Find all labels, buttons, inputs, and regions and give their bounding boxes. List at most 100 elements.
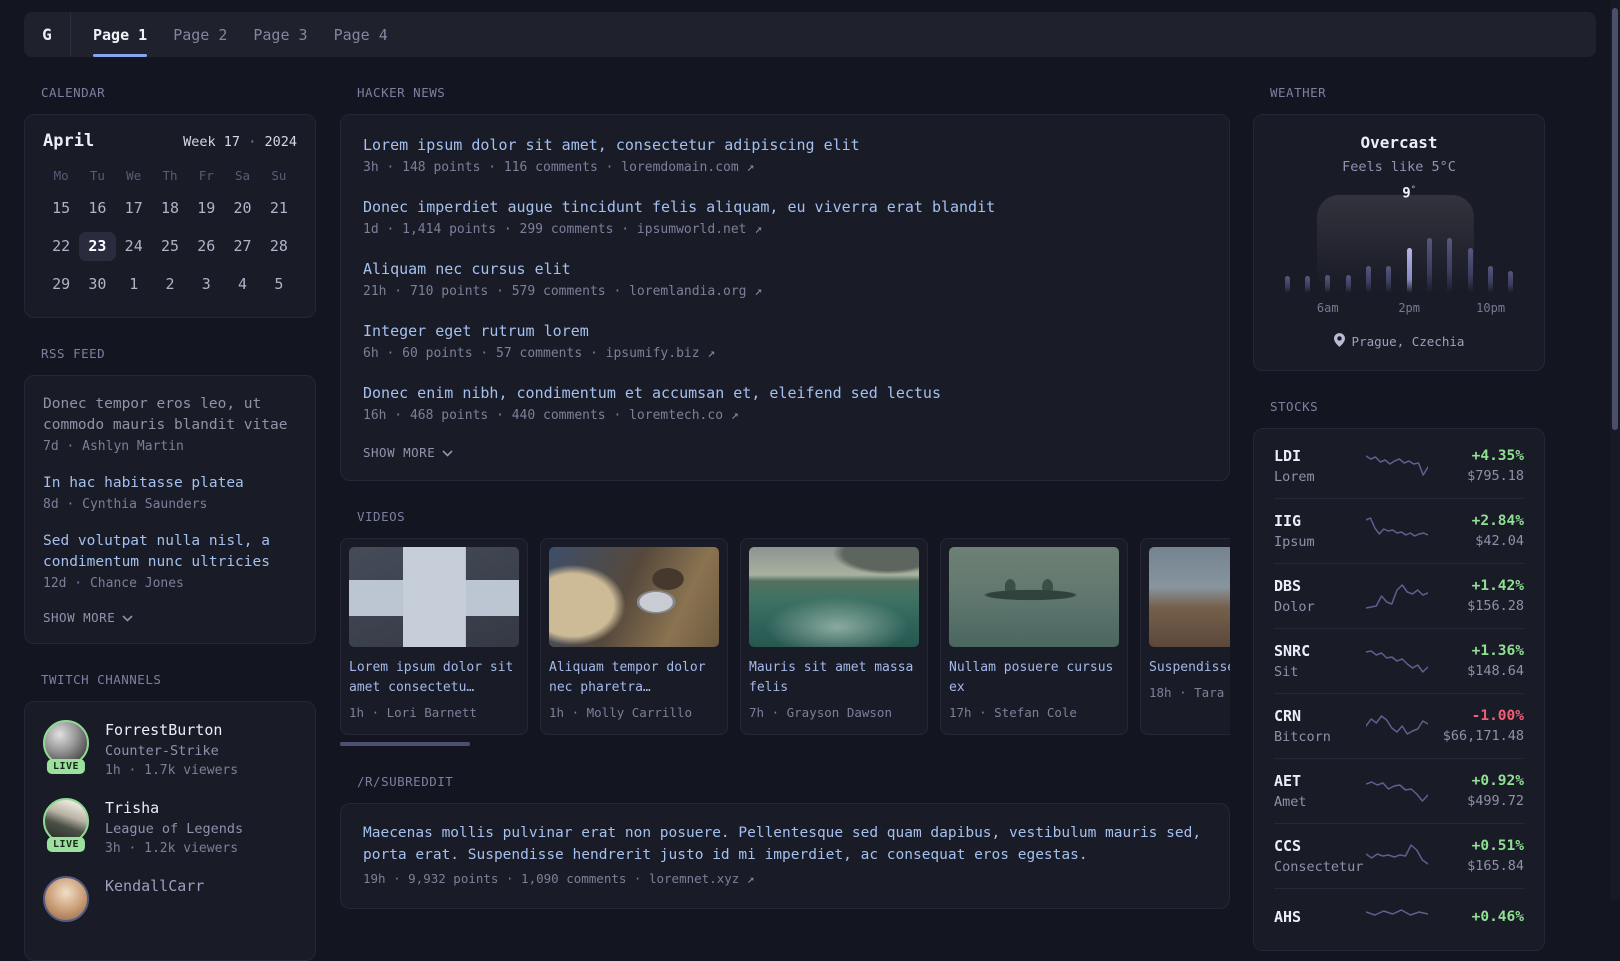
twitch-channel-row[interactable]: LIVE Trisha League of Legends 3h · 1.2k … [43, 798, 297, 856]
stock-change: +4.35% [1471, 448, 1524, 464]
stock-row[interactable]: LDI Lorem +4.35% $795.18 [1274, 434, 1524, 498]
rss-item-title[interactable]: Sed volutpat nulla nisl, a condimentum n… [43, 531, 297, 573]
rss-show-more-button[interactable]: SHOW MORE [43, 610, 297, 625]
calendar-day[interactable]: 5 [261, 270, 297, 299]
hn-item-title[interactable]: Donec enim nibh, condimentum et accumsan… [363, 383, 1207, 403]
hn-item-meta: 21h · 710 points · 579 comments · loreml… [363, 284, 1207, 299]
twitch-section-label: TWITCH CHANNELS [41, 672, 162, 687]
stock-sparkline [1366, 776, 1428, 806]
app-logo[interactable]: G [24, 12, 71, 57]
calendar-day[interactable]: 3 [188, 270, 224, 299]
external-link-icon: ↗ [746, 871, 755, 886]
subreddit-card: Maecenas mollis pulvinar erat non posuer… [340, 803, 1230, 909]
calendar-day[interactable]: 18 [152, 194, 188, 223]
video-meta: 7h · Grayson Dawson [749, 705, 892, 720]
twitch-channel-game: League of Legends [105, 821, 244, 837]
rss-item-title[interactable]: In hac habitasse platea [43, 473, 297, 494]
stock-row[interactable]: SNRC Sit +1.36% $148.64 [1274, 628, 1524, 693]
video-card[interactable]: Lorem ipsum dolor sit amet consectetu… 1… [340, 538, 528, 735]
hn-item-title[interactable]: Aliquam nec cursus elit [363, 259, 1207, 279]
rss-item-meta: 8d · Cynthia Saunders [43, 497, 208, 512]
weather-bar [1467, 248, 1473, 293]
stocks-card: LDI Lorem +4.35% $795.18 IIG Ipsum +2.84… [1253, 428, 1545, 951]
stock-row[interactable]: AHS +0.46% [1274, 888, 1524, 945]
calendar-day[interactable]: 1 [116, 270, 152, 299]
hn-show-more-button[interactable]: SHOW MORE [363, 445, 1207, 460]
rss-section-label: RSS FEED [41, 346, 106, 361]
stock-row[interactable]: CCS Consectetur +0.51% $165.84 [1274, 823, 1524, 888]
stock-price: $42.04 [1475, 533, 1524, 549]
subreddit-post-title[interactable]: Maecenas mollis pulvinar erat non posuer… [363, 822, 1207, 866]
stock-name: Lorem [1274, 469, 1315, 485]
video-meta: 1h · Lori Barnett [349, 705, 477, 720]
twitch-channel-row[interactable]: LIVE ForrestBurton Counter-Strike 1h · 1… [43, 720, 297, 778]
calendar-day[interactable]: 16 [79, 194, 115, 223]
stock-ticker: AHS [1274, 908, 1302, 926]
weather-bar-wrap [1363, 209, 1373, 293]
stock-row[interactable]: DBS Dolor +1.42% $156.28 [1274, 563, 1524, 628]
page-scrollbar-thumb[interactable] [1612, 8, 1618, 430]
weather-bar-wrap: 10pm [1476, 209, 1505, 315]
rss-card: Donec tempor eros leo, ut commodo mauris… [24, 375, 316, 644]
rss-item-title[interactable]: Donec tempor eros leo, ut commodo mauris… [43, 394, 297, 436]
nav-tab[interactable]: Page 4 [334, 12, 388, 57]
stock-row[interactable]: IIG Ipsum +2.84% $42.04 [1274, 498, 1524, 563]
stock-change: +1.42% [1471, 578, 1524, 594]
hn-item-meta: 6h · 60 points · 57 comments · ipsumify.… [363, 346, 1207, 361]
stock-values: +0.46% [1428, 909, 1524, 925]
stock-row[interactable]: AET Amet +0.92% $499.72 [1274, 758, 1524, 823]
weather-bar [1365, 266, 1371, 293]
calendar-day[interactable]: 21 [261, 194, 297, 223]
calendar-weekday-label: Sa [235, 168, 251, 183]
stock-values: +2.84% $42.04 [1428, 513, 1524, 549]
video-card[interactable]: Aliquam tempor dolor nec pharetra… 1h · … [540, 538, 728, 735]
calendar-day[interactable]: 23 [79, 232, 116, 261]
subreddit-post-meta-text: 19h · 9,932 points · 1,090 comments · lo… [363, 871, 740, 886]
stock-name: Sit [1274, 664, 1299, 680]
stock-name: Bitcorn [1274, 729, 1331, 745]
calendar-day[interactable]: 19 [188, 194, 224, 223]
videos-carousel-scrollbar[interactable] [340, 742, 470, 746]
calendar-day[interactable]: 20 [224, 194, 260, 223]
location-pin-icon [1333, 333, 1345, 350]
stock-price: $156.28 [1467, 598, 1524, 614]
videos-carousel: Lorem ipsum dolor sit amet consectetu… 1… [340, 538, 1230, 735]
nav-tab[interactable]: Page 3 [253, 12, 307, 57]
calendar-day[interactable]: 28 [261, 232, 297, 261]
weather-bar-wrap [1425, 209, 1435, 293]
twitch-avatar-wrap [43, 876, 89, 922]
weather-bar-wrap [1506, 209, 1516, 293]
stock-id: IIG Ipsum [1274, 512, 1366, 550]
video-card[interactable]: Suspendisse diam 18h · Tara [1140, 538, 1230, 735]
calendar-day[interactable]: 25 [152, 232, 188, 261]
calendar-day[interactable]: 4 [224, 270, 260, 299]
calendar-day[interactable]: 22 [43, 232, 79, 261]
calendar-day[interactable]: 30 [79, 270, 115, 299]
calendar-day[interactable]: 29 [43, 270, 79, 299]
calendar-day[interactable]: 24 [116, 232, 152, 261]
calendar-day[interactable]: 27 [224, 232, 260, 261]
video-card[interactable]: Mauris sit amet massa felis 7h · Grayson… [740, 538, 928, 735]
hn-item-title[interactable]: Donec imperdiet augue tincidunt felis al… [363, 197, 1207, 217]
stock-row[interactable]: CRN Bitcorn -1.00% $66,171.48 [1274, 693, 1524, 758]
nav-tab[interactable]: Page 1 [93, 12, 148, 57]
rss-show-more-label: SHOW MORE [43, 610, 116, 625]
stock-sparkline [1366, 451, 1428, 481]
hn-item-meta-text: 1d · 1,414 points · 299 comments · ipsum… [363, 222, 747, 237]
twitch-channel-row[interactable]: KendallCarr [43, 876, 297, 922]
calendar-header: April Week 17 · 2024 [43, 131, 297, 151]
hn-item-title[interactable]: Lorem ipsum dolor sit amet, consectetur … [363, 135, 1207, 155]
stocks-section-label: STOCKS [1270, 399, 1319, 414]
weather-condition: Overcast [1360, 133, 1438, 152]
video-card[interactable]: Nullam posuere cursus ex 17h · Stefan Co… [940, 538, 1128, 735]
left-column: CALENDAR April Week 17 · 2024 Mo Tu We Th Fr… [24, 57, 316, 961]
calendar-day[interactable]: 2 [152, 270, 188, 299]
hn-item-meta: 16h · 468 points · 440 comments · loremt… [363, 408, 1207, 423]
calendar-day[interactable]: 15 [43, 194, 79, 223]
nav-tab[interactable]: Page 2 [173, 12, 227, 57]
stock-values: +1.36% $148.64 [1428, 643, 1524, 679]
hn-item-title[interactable]: Integer eget rutrum lorem [363, 321, 1207, 341]
calendar-day[interactable]: 26 [188, 232, 224, 261]
live-badge: LIVE [46, 759, 86, 774]
calendar-day[interactable]: 17 [116, 194, 152, 223]
